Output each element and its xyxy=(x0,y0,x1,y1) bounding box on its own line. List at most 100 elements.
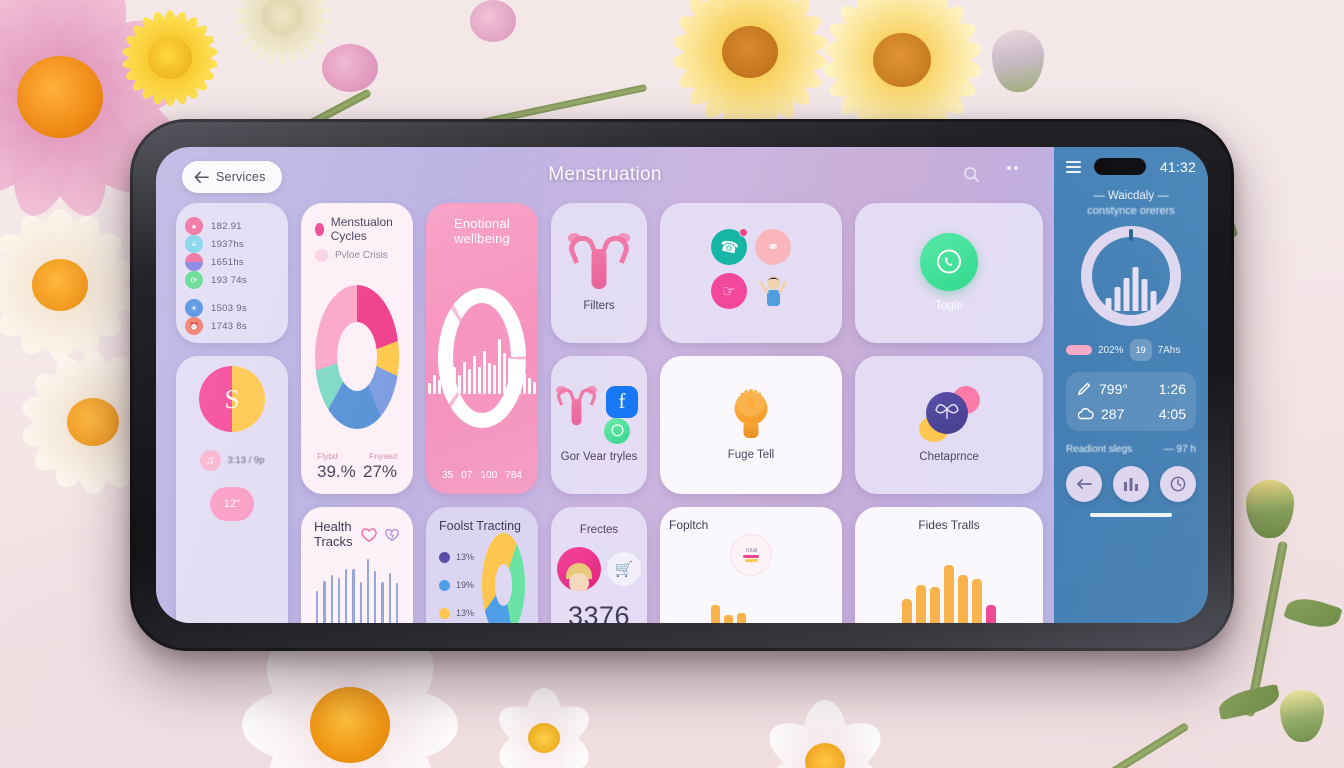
list-item-icon xyxy=(185,253,203,271)
app-content: Services Menstruation Filters ☎ ⚭ ☞ Togl… xyxy=(156,147,1054,623)
emotional-value: 35 xyxy=(442,470,454,481)
stat-value: 287 xyxy=(1101,406,1125,422)
tile-fides-tralls[interactable]: Fides Tralls · · · · · · · · xyxy=(855,507,1043,623)
legend-item: 13% xyxy=(439,551,475,563)
stat-value: 799° xyxy=(1099,381,1128,397)
tile-filters[interactable]: Filters xyxy=(551,203,647,343)
list-item[interactable]: ● 182.91 xyxy=(176,217,288,235)
panel-ring-chart xyxy=(1066,226,1196,326)
card-health-tracks[interactable]: Health Tracks Add xyxy=(301,507,413,623)
food-title: Foolst Tracting xyxy=(439,519,521,533)
phone-device: Services Menstruation Filters ☎ ⚭ ☞ Togl… xyxy=(130,119,1234,651)
stat-row[interactable]: 799° 1:26 xyxy=(1076,381,1186,397)
app-header: Services Menstruation xyxy=(156,147,1054,205)
music-row[interactable]: ♫ 3:13 / 9p xyxy=(199,450,265,471)
butterfly-icon xyxy=(935,403,959,419)
rewind-button[interactable] xyxy=(1066,466,1102,502)
tile-togle[interactable]: Togle xyxy=(855,203,1043,343)
notification-badge xyxy=(739,227,748,237)
music-label: 3:13 / 9p xyxy=(227,455,265,466)
butterfly-orbit-icon xyxy=(918,385,980,442)
emotional-value: 784 xyxy=(505,470,522,481)
panel-heading-line2: constynce orerers xyxy=(1087,205,1175,217)
whatsapp-icon-small[interactable] xyxy=(604,417,630,444)
hamburger-menu-icon[interactable] xyxy=(1066,160,1081,173)
clock-button[interactable] xyxy=(1160,466,1196,502)
flower-pink-bud-top2 xyxy=(470,0,516,42)
readiness-row[interactable]: Readiont slegs — 97 h xyxy=(1066,444,1196,455)
list-item-icon: ☀ xyxy=(185,299,203,317)
tile-label: Chetaprnce xyxy=(919,450,979,463)
cycles-header: Menstualon Cycles xyxy=(315,215,399,243)
list-item[interactable]: 1651hs xyxy=(176,253,288,271)
uterus-icon xyxy=(554,385,599,427)
panel-heading: — Waicdaly — constynce orerers xyxy=(1066,190,1196,217)
card-food-tracking[interactable]: Foolst Tracting 13% 19% 13% xyxy=(426,507,538,623)
tile-s-media[interactable]: S ♫ 3:13 / 9p 12" xyxy=(176,356,288,623)
facebook-icon[interactable]: f xyxy=(606,385,638,418)
list-item[interactable]: ⏰ 1743 8s xyxy=(176,317,288,335)
music-note-icon: ♫ xyxy=(199,450,221,471)
list-item-icon: ● xyxy=(185,217,203,235)
flower-white-small-bottom xyxy=(491,688,597,768)
list-item[interactable]: ≡ 1937hs xyxy=(176,235,288,253)
legend-label: 13% xyxy=(456,552,475,562)
panel-legend: 202% 19 7Ahs xyxy=(1066,339,1196,361)
emotional-title: Enotional wellbeing xyxy=(453,216,510,246)
cycles-footer: Flybd 39.% Fnysed 27% xyxy=(315,451,399,482)
avatar xyxy=(557,547,601,592)
app-chip-group: ☎ ⚭ ☞ xyxy=(711,227,791,309)
emotional-ring-chart xyxy=(428,246,536,470)
home-indicator[interactable] xyxy=(1090,513,1172,517)
tile-chetaprnce[interactable]: Chetaprnce xyxy=(855,356,1043,494)
tile-metrics-list[interactable]: ● 182.91 ≡ 1937hs 1651hs ⟳ 193 74s ☀ 150… xyxy=(176,203,288,343)
list-item-icon: ⏰ xyxy=(185,317,203,335)
tile-social-apps[interactable]: ☎ ⚭ ☞ xyxy=(660,203,842,343)
total-badge-label: Total xyxy=(744,547,758,554)
dynamic-island xyxy=(1094,158,1147,175)
panel-stats: 799° 1:26 287 4:05 xyxy=(1066,372,1196,431)
legend-dot xyxy=(439,579,450,591)
list-item-label: 1743 8s xyxy=(211,320,247,332)
card-menstruation-cycles[interactable]: Menstualon Cycles Pvloe Crisis Flybd 39.… xyxy=(301,203,413,494)
more-options-icon[interactable] xyxy=(1006,166,1018,170)
legend-label: 19% xyxy=(456,580,475,590)
flower-pink-bud-top xyxy=(322,44,378,92)
list-item[interactable]: ☀ 1503 9s xyxy=(176,299,288,317)
heart-outline-icon[interactable] xyxy=(360,526,378,543)
search-icon[interactable] xyxy=(963,166,980,188)
legend-item: 13% xyxy=(439,607,474,619)
tile-gor-vear-tryles[interactable]: f Gor Vear tryles xyxy=(551,356,647,494)
list-item-label: 182.91 xyxy=(211,220,242,232)
list-item-icon: ⟳ xyxy=(185,271,203,289)
food-donut-chart xyxy=(482,533,525,623)
health-bar-chart xyxy=(314,549,400,623)
person-emoji-icon[interactable] xyxy=(755,273,791,309)
legend-percent: 202% xyxy=(1098,344,1124,356)
tile-fuge-tell[interactable]: Fuge Tell xyxy=(660,356,842,494)
legend-badge[interactable]: 19 xyxy=(1129,339,1152,361)
tile-label: Filters xyxy=(583,299,615,312)
spiral-icon[interactable]: ⚭ xyxy=(755,228,791,265)
card-emotional-wellbeing[interactable]: Enotional wellbeing 35 07 100 784 xyxy=(426,203,538,494)
list-item-label: 193 74s xyxy=(211,274,247,286)
legend-dot-secondary xyxy=(315,249,328,262)
emotional-value: 07 xyxy=(461,470,473,481)
stat-row[interactable]: 287 4:05 xyxy=(1076,406,1186,422)
phone-icon[interactable]: ☎ xyxy=(711,227,748,265)
flower-yellow-1 xyxy=(668,0,832,131)
list-item[interactable]: ⟳ 193 74s xyxy=(176,271,288,289)
fopltch-bars xyxy=(669,576,833,623)
total-badge: Total xyxy=(730,534,772,576)
list-item-label: 1937hs xyxy=(211,238,244,250)
tile-frectes[interactable]: Frectes 🛒 3376 xyxy=(551,507,647,623)
tile-fopltch[interactable]: Fopltch Total Chan · · · · · xyxy=(660,507,842,623)
equalizer-button[interactable] xyxy=(1113,466,1149,502)
hand-icon[interactable]: ☞ xyxy=(711,272,747,309)
heart-broken-icon[interactable] xyxy=(384,526,400,543)
panel-heading-line1: — Waicdaly — xyxy=(1093,190,1169,202)
play-button[interactable]: 12" xyxy=(210,487,254,521)
panel-action-buttons xyxy=(1066,466,1196,502)
pen-icon xyxy=(1077,382,1091,396)
cart-icon[interactable]: 🛒 xyxy=(607,552,641,587)
